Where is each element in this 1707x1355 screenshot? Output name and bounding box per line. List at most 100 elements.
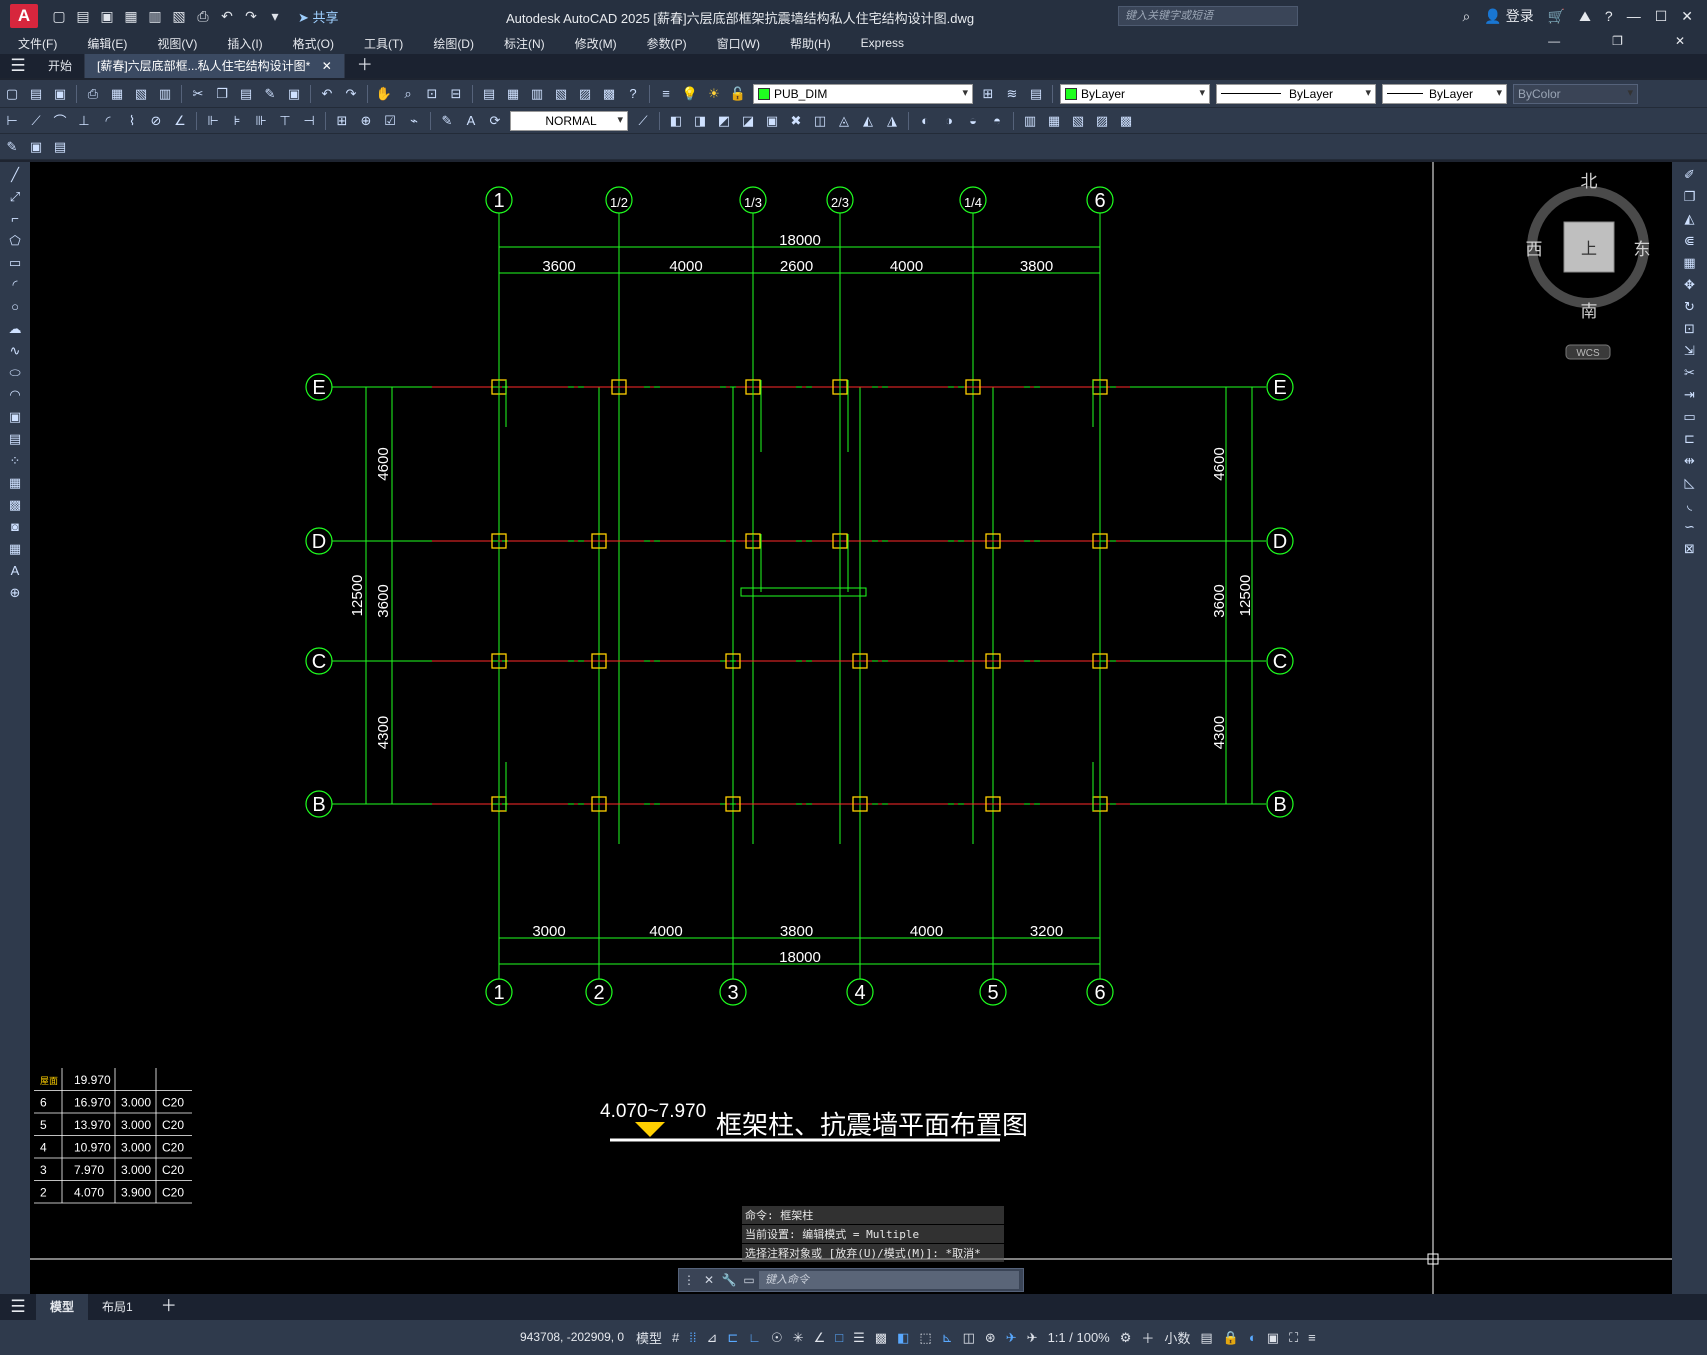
break-point-icon[interactable]: ▭ — [1679, 408, 1701, 426]
clean-screen-icon[interactable]: ⛶ — [1289, 1330, 1298, 1346]
tool-k-icon[interactable]: ◐ — [914, 111, 936, 131]
3d-print-icon[interactable]: ▥ — [154, 84, 176, 104]
dimstyle-manager-icon[interactable]: ⟋ — [632, 111, 654, 131]
search-icon[interactable]: ⌕ — [1463, 8, 1471, 25]
menu-dimension[interactable]: 标注(N) — [486, 35, 557, 52]
properties-icon[interactable]: ▤ — [478, 84, 500, 104]
dynamic-ucs-icon[interactable]: ⊾ — [942, 1330, 953, 1346]
dim-break-icon[interactable]: ⊣ — [298, 111, 320, 131]
menu-edit[interactable]: 编辑(E) — [69, 35, 139, 52]
erase-icon[interactable]: ✐ — [1679, 166, 1701, 184]
tool-o-icon[interactable]: ▥ — [1019, 111, 1041, 131]
layer-on-icon[interactable]: 💡 — [679, 84, 701, 104]
tool-d-icon[interactable]: ◪ — [737, 111, 759, 131]
calculator-icon[interactable]: ▩ — [598, 84, 620, 104]
chamfer-icon[interactable]: ◺ — [1679, 474, 1701, 492]
fillet-icon[interactable]: ◟ — [1679, 496, 1701, 514]
aligned-dim-icon[interactable]: ⟋ — [25, 111, 47, 131]
grid-icon[interactable]: # — [672, 1330, 679, 1345]
tool-b-icon[interactable]: ◨ — [689, 111, 711, 131]
tool-palettes-icon[interactable]: ▥ — [526, 84, 548, 104]
menu-help[interactable]: 帮助(H) — [772, 35, 843, 52]
close-block-icon[interactable]: ▤ — [49, 137, 71, 157]
command-grip-icon[interactable]: ⋮ — [679, 1273, 699, 1287]
redo-icon[interactable]: ↷ — [242, 7, 260, 25]
menu-hamburger-icon[interactable]: ☰ — [0, 56, 36, 76]
units-dropdown[interactable]: 小数 — [1164, 1328, 1190, 1347]
autoscale-icon[interactable]: ✈ — [1027, 1330, 1038, 1346]
open-icon[interactable]: ▤ — [25, 84, 47, 104]
layer-freeze-icon[interactable]: ☀ — [703, 84, 725, 104]
revcloud-icon[interactable]: ☁ — [4, 320, 26, 338]
ellipse-arc-icon[interactable]: ◠ — [4, 386, 26, 404]
layer-states-icon[interactable]: ▤ — [1025, 84, 1047, 104]
minimize-icon[interactable]: — — [1627, 8, 1641, 24]
new-tab-button[interactable]: ＋ — [345, 54, 385, 78]
arc-length-icon[interactable]: ⌒ — [49, 111, 71, 131]
tool-g-icon[interactable]: ◫ — [809, 111, 831, 131]
3d-osnap-icon[interactable]: ⬚ — [919, 1330, 931, 1346]
command-prompt-icon[interactable]: ▭ — [739, 1273, 759, 1287]
join-icon[interactable]: ⇹ — [1679, 452, 1701, 470]
cut-icon[interactable]: ✂ — [187, 84, 209, 104]
extend-icon[interactable]: ⇥ — [1679, 386, 1701, 404]
trim-icon[interactable]: ✂ — [1679, 364, 1701, 382]
cart-icon[interactable]: 🛒 — [1548, 8, 1565, 25]
doc-minimize-icon[interactable]: — — [1530, 34, 1572, 48]
stretch-icon[interactable]: ⇲ — [1679, 342, 1701, 360]
osnap-icon[interactable]: □ — [835, 1330, 843, 1345]
undo-icon[interactable]: ↶ — [218, 7, 236, 25]
object-tracking-icon[interactable]: ∠ — [814, 1330, 826, 1346]
zoom-previous-icon[interactable]: ⊟ — [445, 84, 467, 104]
sheet-set-icon[interactable]: ▧ — [550, 84, 572, 104]
inspect-icon[interactable]: ☑ — [379, 111, 401, 131]
tab-close-icon[interactable]: ✕ — [322, 59, 332, 73]
scale-icon[interactable]: ⊡ — [1679, 320, 1701, 338]
layer-properties-icon[interactable]: ≡ — [655, 84, 677, 104]
hatch-icon[interactable]: ▦ — [4, 474, 26, 492]
tab-drawing[interactable]: [薪春]六层底部框...私人住宅结构设计图* ✕ — [85, 54, 345, 78]
markup-icon[interactable]: ▨ — [574, 84, 596, 104]
menu-modify[interactable]: 修改(M) — [557, 35, 629, 52]
tool-p-icon[interactable]: ▦ — [1043, 111, 1065, 131]
isolate-objects-icon[interactable]: ◐ — [1249, 1330, 1257, 1345]
layer-lock-icon[interactable]: 🔓 — [727, 84, 749, 104]
new-file-icon[interactable]: ▢ — [50, 7, 68, 25]
layer-previous-icon[interactable]: ≋ — [1001, 84, 1023, 104]
dim-edit-icon[interactable]: ✎ — [436, 111, 458, 131]
pan-icon[interactable]: ✋ — [373, 84, 395, 104]
save-icon[interactable]: ▣ — [98, 7, 116, 25]
rotate-icon[interactable]: ↻ — [1679, 298, 1701, 316]
menu-draw[interactable]: 绘图(D) — [415, 35, 486, 52]
transparency-icon[interactable]: ▩ — [875, 1330, 887, 1346]
insert-block-icon[interactable]: ▣ — [4, 408, 26, 426]
share-button[interactable]: ➤ 共享 — [298, 7, 339, 26]
command-input[interactable]: 键入命令 — [759, 1271, 1019, 1289]
lineweight-icon[interactable]: ☰ — [853, 1330, 865, 1346]
undo-tool-icon[interactable]: ↶ — [316, 84, 338, 104]
radius-dim-icon[interactable]: ◜ — [97, 111, 119, 131]
dimstyle-dropdown[interactable]: NORMAL — [510, 110, 628, 131]
ordinate-dim-icon[interactable]: ⊥ — [73, 111, 95, 131]
tool-r-icon[interactable]: ▨ — [1091, 111, 1113, 131]
user-icon[interactable]: 👤 登录 — [1484, 6, 1533, 26]
isodraft-icon[interactable]: ✳ — [793, 1330, 804, 1346]
jogged-linear-icon[interactable]: ⌁ — [403, 111, 425, 131]
quick-properties-icon[interactable]: ▤ — [1200, 1330, 1212, 1346]
region-icon[interactable]: ◙ — [4, 518, 26, 536]
tool-i-icon[interactable]: ◭ — [857, 111, 879, 131]
copy-icon[interactable]: ❐ — [211, 84, 233, 104]
blend-icon[interactable]: ∽ — [1679, 518, 1701, 536]
infer-constraints-icon[interactable]: ⊿ — [706, 1330, 717, 1346]
polygon-icon[interactable]: ⬠ — [4, 232, 26, 250]
zoom-window-icon[interactable]: ⊡ — [421, 84, 443, 104]
help-icon[interactable]: ? — [1605, 8, 1613, 24]
baseline-dim-icon[interactable]: ⊧ — [226, 111, 248, 131]
polyline-icon[interactable]: ⌐ — [4, 210, 26, 228]
layer-dropdown[interactable]: PUB_DIM — [753, 83, 973, 104]
rectangle-icon[interactable]: ▭ — [4, 254, 26, 272]
mtext-icon[interactable]: A — [4, 562, 26, 580]
help-tool-icon[interactable]: ? — [622, 84, 644, 104]
drawing-canvas[interactable]: 1 1/2 1/3 2/3 1/4 6 1 2 3 4 5 6 E E D D C C B B 18000 3600 400… — [30, 162, 1672, 1294]
plotstyle-dropdown[interactable]: ByColor — [1513, 83, 1638, 104]
